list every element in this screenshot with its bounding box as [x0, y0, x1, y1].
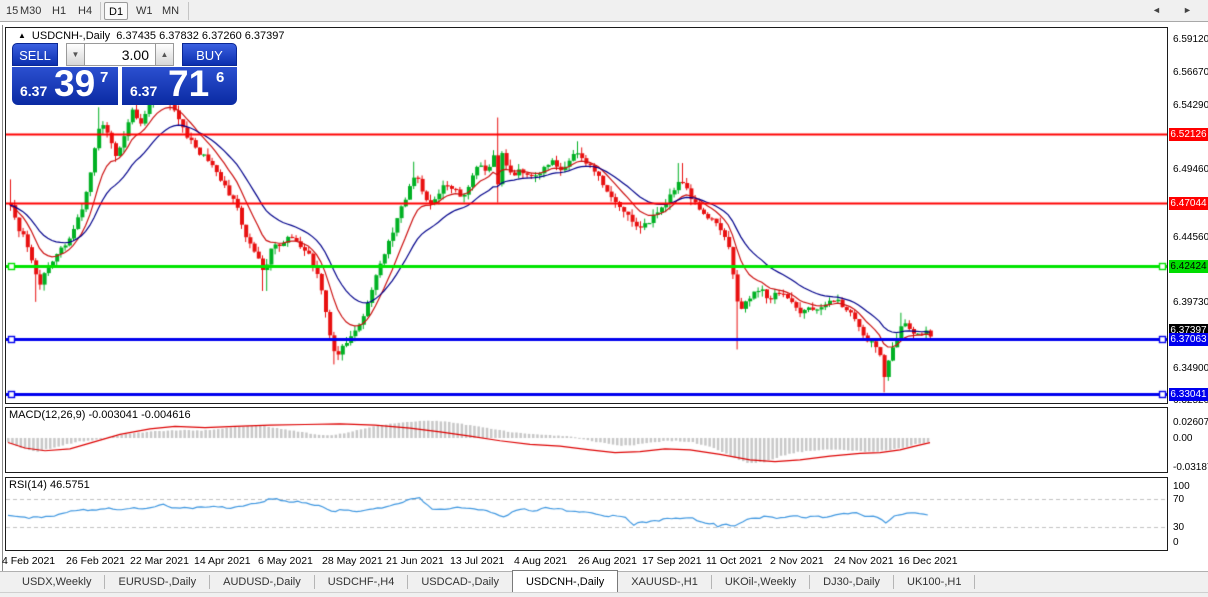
ask-price-pip-digit: 6 [216, 69, 225, 86]
date-label: 21 Jun 2021 [386, 555, 444, 567]
price-tick-label: 6.56670 [1173, 67, 1208, 78]
timeframe-button-w1[interactable]: W1 [132, 2, 157, 20]
macd-indicator-label: MACD(12,26,9) -0.003041 -0.004616 [9, 409, 191, 421]
collapse-panel-icon[interactable]: ▲ [18, 31, 26, 40]
date-label: 17 Sep 2021 [642, 555, 702, 567]
rsi-tick-label: 0 [1173, 537, 1179, 548]
price-tick-label: 6.49460 [1173, 164, 1208, 175]
date-label: 4 Aug 2021 [514, 555, 568, 567]
trade-controls-row: SELL ▼ ▲ BUY [10, 43, 239, 66]
date-label: 16 Dec 2021 [898, 555, 958, 567]
tab-xauusd-h1[interactable]: XAUUSD-,H1 [618, 572, 711, 592]
date-label: 24 Nov 2021 [834, 555, 894, 567]
tab-scroll-right-icon[interactable]: ► [1183, 5, 1192, 15]
date-label: 26 Feb 2021 [66, 555, 125, 567]
chart-tab-bar: USDX,Weekly EURUSD-,Daily AUDUSD-,Daily USD… [0, 570, 1208, 592]
bid-price-panel[interactable]: 6.37 39 7 [12, 67, 118, 105]
price-tick-label: 6.39730 [1173, 297, 1208, 308]
timeframe-button-mn[interactable]: MN [158, 2, 183, 20]
sell-button[interactable]: SELL [12, 43, 58, 66]
ask-price-prefix: 6.37 [130, 83, 158, 99]
tab-dj30-daily[interactable]: DJ30-,Daily [810, 572, 893, 592]
date-label: 2 Nov 2021 [770, 555, 824, 567]
rsi-canvas[interactable] [6, 478, 1167, 550]
tab-usdcnh-daily[interactable]: USDCNH-,Daily [511, 570, 619, 592]
chart-ohlc-values: 6.37435 6.37832 6.37260 6.37397 [116, 30, 285, 42]
volume-input[interactable] [85, 43, 155, 66]
ask-price-big-digits: 71 [168, 67, 210, 104]
tab-uk100-h1[interactable]: UK100-,H1 [894, 572, 974, 592]
date-label: 22 Mar 2021 [130, 555, 189, 567]
ask-price-panel[interactable]: 6.37 71 6 [122, 67, 237, 105]
timeframe-button-h4[interactable]: H4 [74, 2, 96, 20]
price-tick-label: 6.44560 [1173, 232, 1208, 243]
tab-separator [974, 575, 976, 589]
date-label: 6 May 2021 [258, 555, 313, 567]
tab-eurusd-daily[interactable]: EURUSD-,Daily [105, 572, 209, 592]
volume-increase-button[interactable]: ▲ [155, 43, 174, 66]
date-label: 26 Aug 2021 [578, 555, 637, 567]
date-label: 11 Oct 2021 [706, 555, 763, 567]
price-tick-label: 6.34900 [1173, 363, 1208, 374]
one-click-trading-widget: SELL ▼ ▲ BUY 6.37 39 7 6.37 71 6 [10, 43, 239, 105]
price-badge-pivot-green: 6.42424 [1169, 260, 1208, 273]
tab-usdx-weekly[interactable]: USDX,Weekly [9, 572, 104, 592]
date-label: 13 Jul 2021 [450, 555, 505, 567]
chart-symbol-period: USDCNH-,Daily [31, 30, 111, 42]
timeframe-toolbar: 15 M30 H1 H4 D1 W1 MN [0, 0, 1208, 22]
volume-decrease-button[interactable]: ▼ [66, 43, 85, 66]
date-label: 14 Apr 2021 [194, 555, 251, 567]
price-badge-resistance-2: 6.47044 [1169, 197, 1208, 210]
rsi-tick-label: 100 [1173, 481, 1190, 492]
macd-tick-label: -0.03187 [1173, 462, 1208, 473]
window-left-edge [2, 25, 3, 571]
toolbar-separator [188, 2, 189, 20]
rsi-indicator-label: RSI(14) 46.5751 [9, 479, 90, 491]
tab-usdcad-daily[interactable]: USDCAD-,Daily [408, 572, 512, 592]
price-tick-label: 6.54290 [1173, 100, 1208, 111]
price-tick-label: 6.59120 [1173, 34, 1208, 45]
date-label: 4 Feb 2021 [2, 555, 56, 567]
macd-tick-label: 0.00 [1173, 433, 1193, 444]
rsi-tick-label: 30 [1173, 522, 1185, 533]
timeframe-button-d1[interactable]: D1 [104, 2, 129, 20]
price-badge-resistance-1: 6.52126 [1169, 128, 1208, 141]
bid-price-prefix: 6.37 [20, 83, 48, 99]
tab-scroll-left-icon[interactable]: ◄ [1152, 5, 1161, 15]
macd-tick-label: 0.02607 [1173, 417, 1208, 428]
tab-audusd-daily[interactable]: AUDUSD-,Daily [210, 572, 314, 592]
date-label: 28 May 2021 [322, 555, 383, 567]
rsi-tick-label: 70 [1173, 494, 1185, 505]
tab-usdchf-h4[interactable]: USDCHF-,H4 [315, 572, 408, 592]
price-badge-support-1: 6.37063 [1169, 333, 1208, 346]
rsi-panel[interactable] [5, 477, 1168, 551]
price-badge-support-2: 6.33041 [1169, 388, 1208, 401]
tab-ukoil-weekly[interactable]: UKOil-,Weekly [712, 572, 809, 592]
timeframe-button-h1[interactable]: H1 [48, 2, 70, 20]
tab-bar-lead-space [0, 572, 9, 592]
toolbar-separator [100, 2, 101, 20]
chart-title: ▲ USDCNH-,Daily 6.37435 6.37832 6.37260 6… [18, 30, 285, 42]
buy-button[interactable]: BUY [182, 43, 237, 66]
bid-price-big-digits: 39 [54, 67, 96, 104]
timeframe-button-m30[interactable]: M30 [16, 2, 45, 20]
mt4-terminal: { "toolbar": { "timeframes": [ {"label":… [0, 0, 1208, 597]
bid-price-pip-digit: 7 [100, 69, 109, 86]
